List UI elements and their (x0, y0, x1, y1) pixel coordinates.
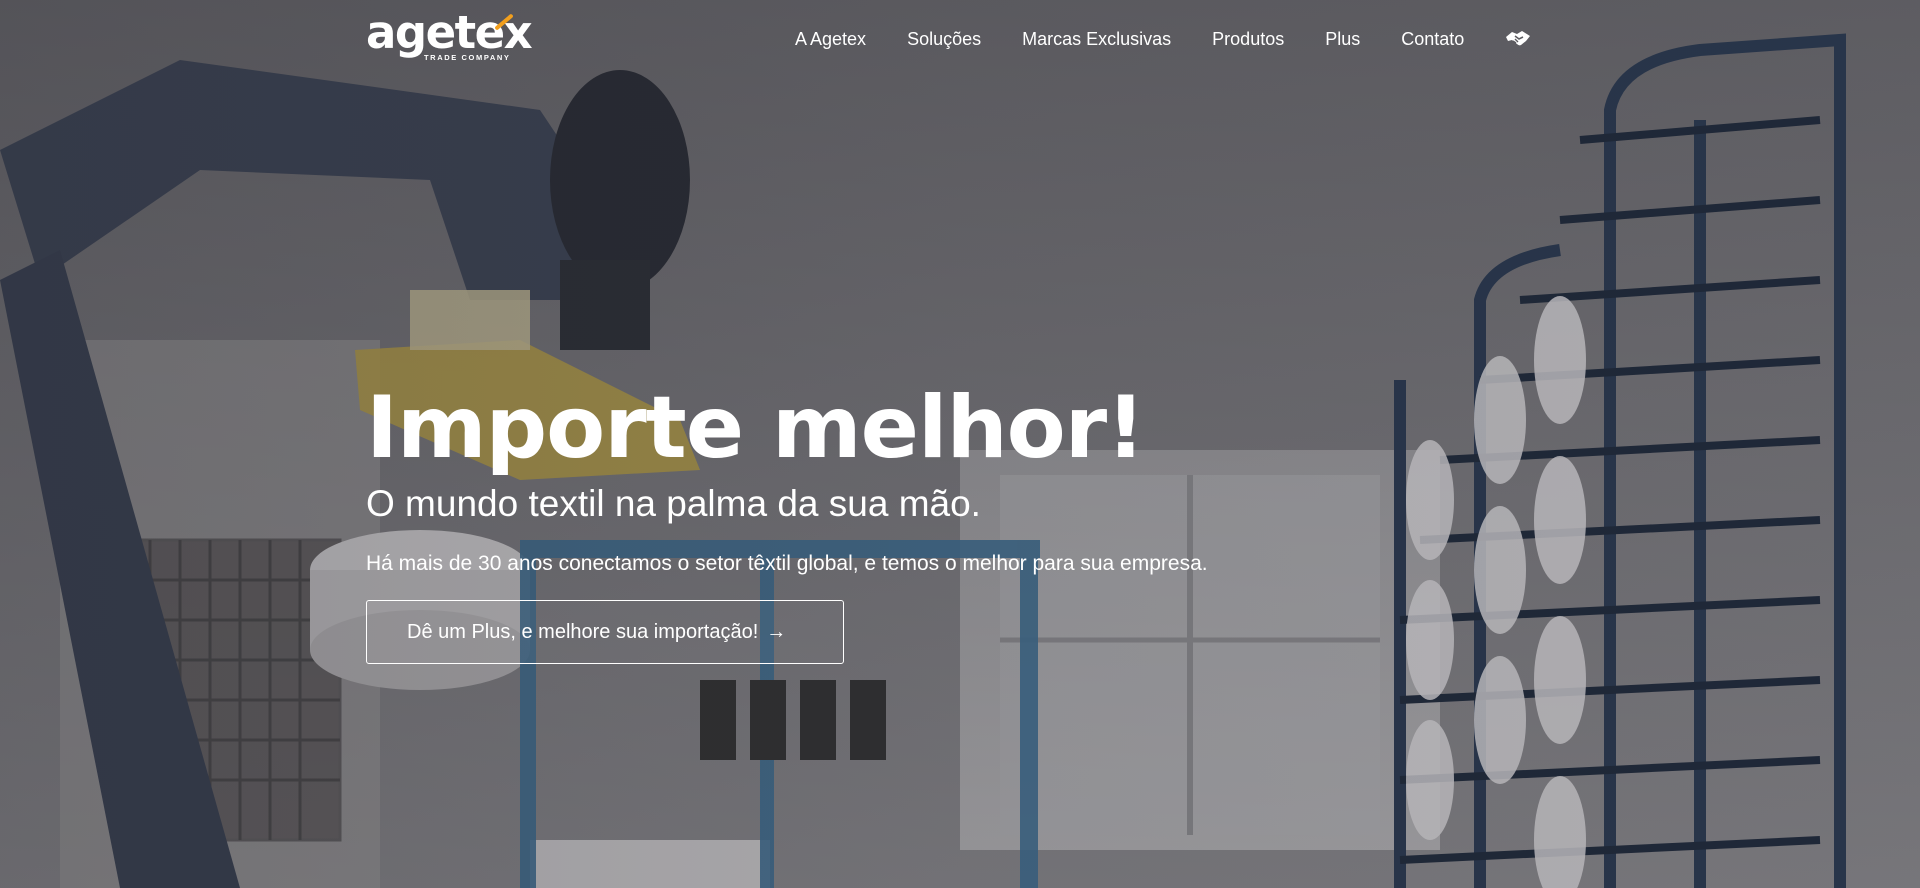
nav-item-produtos[interactable]: Produtos (1212, 26, 1284, 52)
cta-plus-button[interactable]: Dê um Plus, e melhore sua importação! → (366, 600, 844, 664)
cta-label: Dê um Plus, e melhore sua importação! (407, 620, 759, 643)
agetex-logo[interactable]: agetex TRADE COMPANY (366, 10, 533, 64)
main-nav: A Agetex Soluções Marcas Exclusivas Prod… (795, 26, 1532, 52)
handshake-icon[interactable] (1504, 27, 1532, 51)
nav-item-a-agetex[interactable]: A Agetex (795, 26, 866, 52)
site-header: agetex TRADE COMPANY A Agetex Soluções M… (0, 0, 1920, 78)
nav-item-marcas-exclusivas[interactable]: Marcas Exclusivas (1022, 26, 1171, 52)
hero-title: Importe melhor! (366, 378, 1145, 478)
hero-subtitle: O mundo textil na palma da sua mão. (366, 483, 981, 524)
nav-item-solucoes[interactable]: Soluções (907, 26, 981, 52)
hero-content: Importe melhor! O mundo textil na palma … (366, 380, 1366, 664)
arrow-right-icon: → (766, 620, 787, 643)
nav-item-contato[interactable]: Contato (1401, 26, 1464, 52)
hero-section: agetex TRADE COMPANY A Agetex Soluções M… (0, 0, 1920, 888)
hero-description: Há mais de 30 anos conectamos o setor tê… (366, 552, 1208, 575)
nav-item-plus[interactable]: Plus (1325, 26, 1360, 52)
logo-tagline: TRADE COMPANY (424, 53, 511, 62)
